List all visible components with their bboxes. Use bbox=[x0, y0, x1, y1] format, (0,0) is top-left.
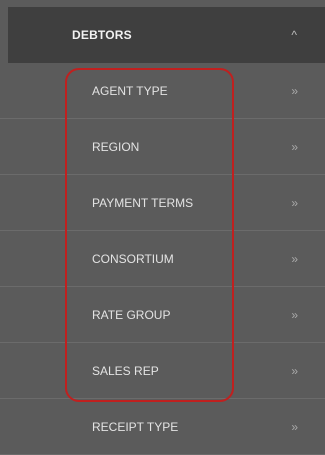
menu-item-label: RATE GROUP bbox=[92, 308, 171, 322]
double-chevron-right-icon: » bbox=[291, 196, 298, 210]
menu-item-label: SALES REP bbox=[92, 364, 159, 378]
menu-item-region[interactable]: REGION » bbox=[0, 119, 325, 175]
menu-item-consortium[interactable]: CONSORTIUM » bbox=[0, 231, 325, 287]
menu-item-label: CONSORTIUM bbox=[92, 252, 174, 266]
menu-section-title: DEBTORS bbox=[72, 28, 132, 42]
menu-item-label: AGENT TYPE bbox=[92, 84, 168, 98]
double-chevron-right-icon: » bbox=[291, 140, 298, 154]
menu-item-rate-group[interactable]: RATE GROUP » bbox=[0, 287, 325, 343]
menu-item-payment-terms[interactable]: PAYMENT TERMS » bbox=[0, 175, 325, 231]
menu-item-label: PAYMENT TERMS bbox=[92, 196, 194, 210]
menu-item-label: REGION bbox=[92, 140, 140, 154]
menu-section-debtors[interactable]: DEBTORS ^ bbox=[8, 7, 325, 63]
menu-item-label: RECEIPT TYPE bbox=[92, 420, 179, 434]
double-chevron-right-icon: » bbox=[291, 364, 298, 378]
menu-item-agent-type[interactable]: AGENT TYPE » bbox=[0, 63, 325, 119]
double-chevron-right-icon: » bbox=[291, 84, 298, 98]
menu-items: AGENT TYPE » REGION » PAYMENT TERMS » CO… bbox=[0, 63, 325, 455]
double-chevron-right-icon: » bbox=[291, 252, 298, 266]
menu-item-sales-rep[interactable]: SALES REP » bbox=[0, 343, 325, 399]
chevron-up-icon[interactable]: ^ bbox=[291, 7, 297, 63]
side-menu: DEBTORS ^ AGENT TYPE » REGION » PAYMENT … bbox=[0, 0, 325, 455]
menu-item-receipt-type[interactable]: RECEIPT TYPE » bbox=[0, 399, 325, 455]
double-chevron-right-icon: » bbox=[291, 420, 298, 434]
double-chevron-right-icon: » bbox=[291, 308, 298, 322]
